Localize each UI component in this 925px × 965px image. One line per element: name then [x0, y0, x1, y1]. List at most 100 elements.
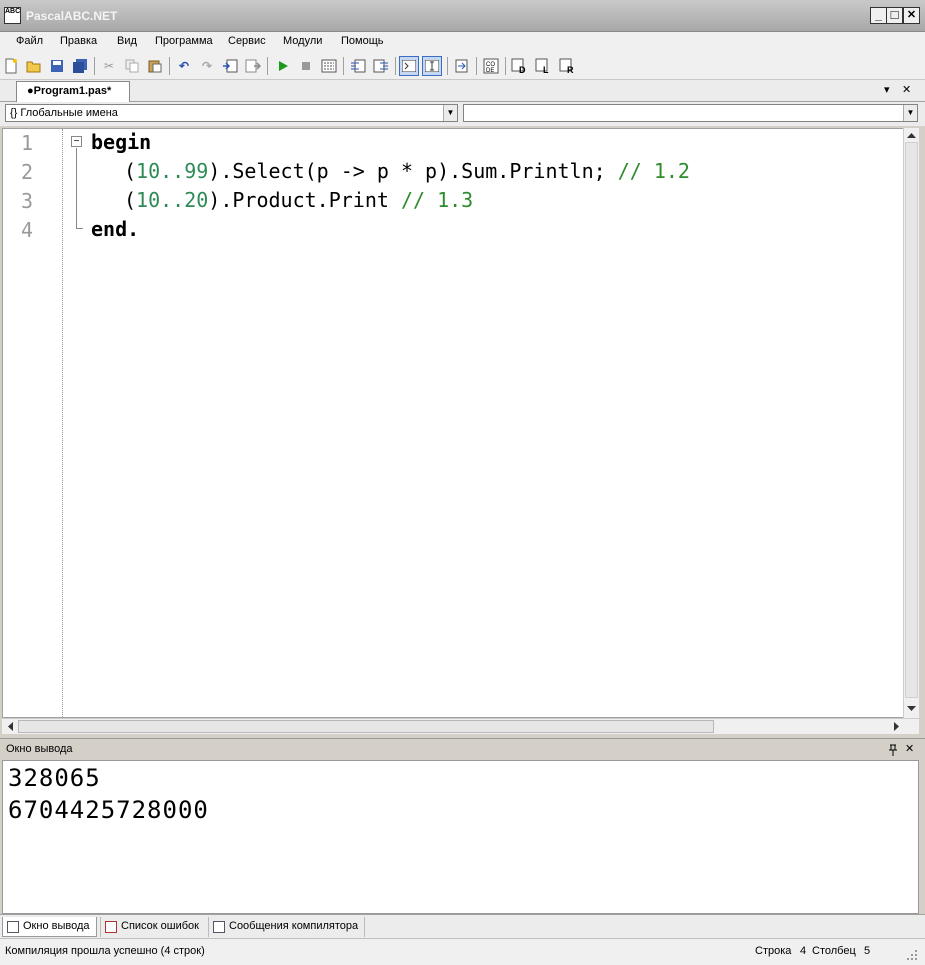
menu-file[interactable]: Файл	[16, 35, 43, 47]
output-line: 328065	[8, 764, 101, 792]
toolbar-separator	[395, 57, 396, 75]
row-label: Строка	[755, 945, 792, 957]
toolbar-separator	[169, 57, 170, 75]
code-text: (	[124, 159, 137, 183]
debug-l-icon[interactable]: L	[533, 56, 553, 76]
error-list-icon	[105, 921, 117, 933]
new-file-icon[interactable]	[1, 56, 21, 76]
scope-dropdown[interactable]: {} Глобальные имена ▼	[5, 104, 458, 122]
vertical-scroll-thumb[interactable]	[905, 142, 918, 698]
vertical-scrollbar[interactable]	[903, 128, 919, 718]
toolbar: ✂ ↶ ↷ CO DE D L R	[0, 52, 925, 80]
comment-icon[interactable]	[348, 56, 368, 76]
svg-text:D: D	[519, 65, 526, 74]
intellisense-toggle-icon[interactable]	[422, 56, 442, 76]
scroll-up-icon[interactable]	[907, 132, 916, 138]
step-into-icon[interactable]	[220, 56, 240, 76]
tab-error-list[interactable]: Список ошибок	[100, 917, 205, 937]
format-icon[interactable]	[452, 56, 472, 76]
compiler-messages-icon	[213, 921, 225, 933]
close-button[interactable]: ✕	[903, 7, 920, 24]
output-toggle-icon[interactable]	[399, 56, 419, 76]
paste-icon[interactable]	[145, 56, 165, 76]
menu-view[interactable]: Вид	[117, 35, 137, 47]
menu-help[interactable]: Помощь	[341, 35, 384, 47]
output-panel-title: Окно вывода	[6, 743, 73, 755]
code-line-3: (10..20).Product.Print // 1.3	[124, 188, 473, 212]
minimize-button[interactable]: _	[870, 7, 887, 24]
svg-text:L: L	[543, 65, 549, 74]
step-over-icon[interactable]	[243, 56, 263, 76]
column-label: Столбец	[812, 945, 856, 957]
horizontal-scrollbar[interactable]	[2, 718, 919, 734]
build-icon[interactable]	[319, 56, 339, 76]
code-line-4: end.	[91, 217, 139, 241]
uncomment-icon[interactable]	[371, 56, 391, 76]
bottom-tab-strip: Окно вывода Список ошибок Сообщения комп…	[0, 914, 925, 938]
code-templates-icon[interactable]: CO DE	[481, 56, 501, 76]
scope-dropdown-value: Глобальные имена	[20, 107, 118, 119]
chevron-down-icon[interactable]: ▼	[903, 105, 917, 121]
title-bar: ABC PascalABC.NET _ □ ✕	[0, 0, 925, 32]
fold-guide-end	[76, 228, 83, 229]
pin-icon[interactable]	[888, 744, 898, 756]
code-text: (	[124, 188, 137, 212]
column-value: 5	[864, 945, 871, 957]
menu-bar: Файл Правка Вид Программа Сервис Модули …	[0, 32, 925, 52]
menu-edit[interactable]: Правка	[60, 35, 97, 47]
svg-text:R: R	[567, 65, 574, 74]
debug-r-icon[interactable]: R	[557, 56, 577, 76]
line-number: 4	[21, 218, 34, 242]
output-line: 6704425728000	[8, 796, 209, 824]
svg-text:DE: DE	[486, 68, 494, 74]
output-window[interactable]: 328065 6704425728000	[2, 760, 919, 914]
status-message: Компиляция прошла успешно (4 строк)	[5, 945, 205, 957]
code-text: ).Select(p -> p * p).Sum.Println;	[208, 159, 618, 183]
scroll-right-icon[interactable]	[894, 722, 900, 731]
row-value: 4	[800, 945, 807, 957]
menu-service[interactable]: Сервис	[228, 35, 266, 47]
cut-icon[interactable]: ✂	[99, 56, 119, 76]
scroll-left-icon[interactable]	[7, 722, 13, 731]
chevron-down-icon[interactable]: ▼	[443, 105, 457, 121]
tab-list-dropdown-icon[interactable]: ▾	[884, 83, 890, 96]
tab-output-window[interactable]: Окно вывода	[2, 917, 97, 937]
tab-label: Сообщения компилятора	[229, 920, 359, 932]
tab-label: Окно вывода	[23, 920, 90, 932]
line-number: 2	[21, 160, 34, 184]
horizontal-scroll-thumb[interactable]	[18, 720, 714, 733]
stop-icon[interactable]	[296, 56, 316, 76]
menu-program[interactable]: Программа	[155, 35, 213, 47]
toolbar-separator	[267, 57, 268, 75]
status-bar: Компиляция прошла успешно (4 строк) Стро…	[0, 938, 925, 965]
line-number: 1	[21, 131, 34, 155]
number-literal: 10..20	[136, 188, 209, 212]
code-line-1: begin	[91, 130, 151, 154]
undo-icon[interactable]: ↶	[174, 56, 194, 76]
fold-toggle-icon[interactable]: −	[71, 136, 82, 147]
scroll-down-icon[interactable]	[907, 706, 916, 712]
tab-compiler-messages[interactable]: Сообщения компилятора	[208, 917, 366, 937]
maximize-button[interactable]: □	[886, 7, 903, 24]
tab-close-icon[interactable]: ✕	[902, 83, 911, 96]
output-panel-header: Окно вывода ✕	[0, 738, 925, 760]
member-dropdown[interactable]: ▼	[463, 104, 918, 122]
menu-modules[interactable]: Модули	[283, 35, 322, 47]
toolbar-separator	[94, 57, 95, 75]
output-close-icon[interactable]: ✕	[905, 742, 914, 755]
toolbar-separator	[343, 57, 344, 75]
code-editor[interactable]: 1 2 3 4 − begin (10..99).Select(p -> p *…	[2, 128, 919, 718]
keyword: begin	[91, 130, 152, 154]
line-number-gutter: 1 2 3 4	[3, 129, 63, 717]
debug-d-icon[interactable]: D	[509, 56, 529, 76]
resize-grip-icon[interactable]	[906, 949, 918, 961]
tab-program1[interactable]: ●Program1.pas*	[16, 81, 130, 102]
open-folder-icon[interactable]	[24, 56, 44, 76]
toolbar-separator	[447, 57, 448, 75]
copy-icon[interactable]	[122, 56, 142, 76]
run-icon[interactable]	[273, 56, 293, 76]
redo-icon[interactable]: ↷	[197, 56, 217, 76]
output-window-icon	[7, 921, 19, 933]
save-icon[interactable]	[47, 56, 67, 76]
save-all-icon[interactable]	[70, 56, 90, 76]
